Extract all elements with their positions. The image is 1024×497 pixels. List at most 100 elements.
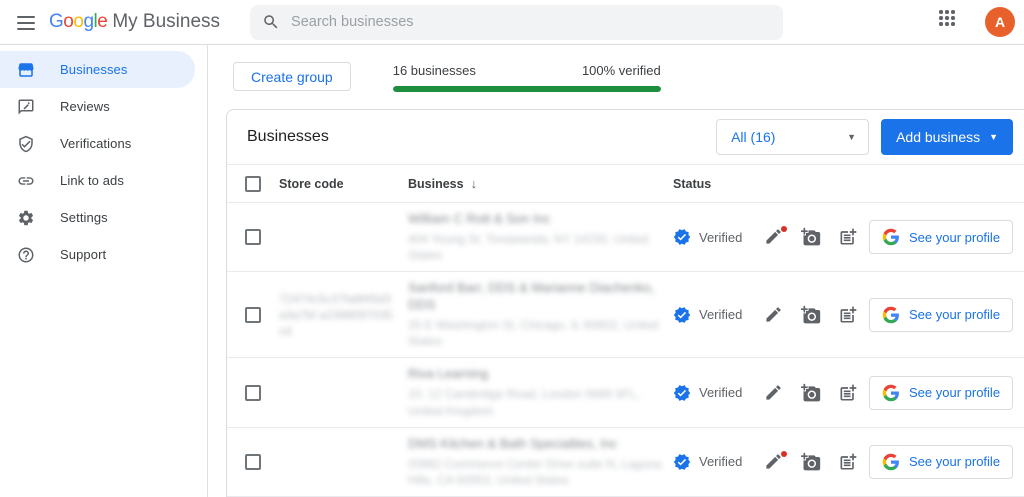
search-bar[interactable]	[250, 5, 783, 40]
header-business[interactable]: Business ↓	[408, 176, 673, 191]
see-your-profile-button[interactable]: See your profile	[869, 376, 1013, 410]
google-g-icon	[882, 453, 900, 471]
see-your-profile-button[interactable]: See your profile	[869, 220, 1013, 254]
table-row: William C Rott & Son Inc 404 Young St, T…	[227, 203, 1024, 272]
edit-icon[interactable]	[764, 305, 784, 325]
table-row: Riva Learning 10, 12 Cambridge Road, Lon…	[227, 358, 1024, 427]
shield-check-icon	[17, 135, 35, 153]
row-checkbox[interactable]	[245, 454, 261, 470]
sidebar-item-label: Link to ads	[60, 173, 124, 188]
alert-dot	[781, 451, 787, 457]
sidebar-item-settings[interactable]: Settings	[0, 199, 195, 236]
business-name: William C Rott & Son Inc	[408, 211, 673, 228]
business-cell: William C Rott & Son Inc 404 Young St, T…	[408, 211, 673, 263]
edit-icon[interactable]	[764, 383, 784, 403]
status-cell: Verified	[673, 384, 764, 402]
google-g-icon	[882, 228, 900, 246]
add-post-icon[interactable]	[838, 452, 858, 472]
sidebar: Businesses Reviews Verifications Link to ad…	[0, 45, 208, 497]
sidebar-item-label: Settings	[60, 210, 108, 225]
storefront-icon	[17, 61, 35, 79]
create-group-button[interactable]: Create group	[233, 62, 351, 91]
store-code-cell: 72474c5c37fa8f45d3a3a7bf a2398097035cd	[279, 291, 408, 340]
add-photo-icon[interactable]	[801, 452, 821, 472]
google-wordmark: Google	[49, 11, 107, 33]
status-cell: Verified	[673, 306, 764, 324]
add-post-icon[interactable]	[838, 305, 858, 325]
edit-icon[interactable]	[764, 452, 784, 472]
verified-badge-icon	[673, 306, 691, 324]
chevron-down-icon: ▼	[847, 132, 856, 142]
verified-badge-icon	[673, 384, 691, 402]
businesses-card: Businesses All (16) ▼ Add business ▼ Sto…	[226, 109, 1024, 497]
edit-icon[interactable]	[764, 227, 784, 247]
sidebar-item-label: Verifications	[60, 136, 131, 151]
business-address: 10, 12 Cambridge Road, London NW6 5FL, U…	[408, 386, 673, 418]
select-all-checkbox[interactable]	[245, 176, 261, 192]
verification-progress: 16 businesses 100% verified	[393, 62, 661, 92]
status-cell: Verified	[673, 453, 764, 471]
product-name: My Business	[112, 11, 220, 33]
sidebar-item-reviews[interactable]: Reviews	[0, 88, 195, 125]
row-actions	[764, 305, 869, 325]
business-name: DMS Kitchen & Bath Specialties, Inc	[408, 436, 673, 453]
chevron-down-icon: ▼	[989, 132, 998, 142]
google-g-icon	[882, 306, 900, 324]
business-cell: DMS Kitchen & Bath Specialties, Inc 2098…	[408, 436, 673, 488]
hamburger-icon[interactable]	[17, 16, 35, 30]
verified-badge-icon	[673, 228, 691, 246]
progress-bar	[393, 86, 661, 92]
row-checkbox[interactable]	[245, 385, 261, 401]
arrow-down-icon: ↓	[471, 176, 478, 191]
sidebar-item-support[interactable]: Support	[0, 236, 195, 273]
sidebar-item-verifications[interactable]: Verifications	[0, 125, 195, 162]
status-label: Verified	[699, 385, 742, 400]
google-g-icon	[882, 384, 900, 402]
status-cell: Verified	[673, 228, 764, 246]
status-label: Verified	[699, 454, 742, 469]
table-row: DMS Kitchen & Bath Specialties, Inc 2098…	[227, 428, 1024, 497]
sidebar-item-link-to-ads[interactable]: Link to ads	[0, 162, 195, 199]
summary-strip: Create group 16 businesses 100% verified	[233, 62, 1024, 92]
sidebar-item-businesses[interactable]: Businesses	[0, 51, 195, 88]
verified-badge-icon	[673, 453, 691, 471]
table-body: William C Rott & Son Inc 404 Young St, T…	[227, 203, 1024, 497]
card-title: Businesses	[247, 128, 329, 146]
search-icon	[262, 13, 280, 31]
filter-dropdown[interactable]: All (16) ▼	[716, 119, 869, 155]
add-business-button[interactable]: Add business ▼	[881, 119, 1013, 155]
sidebar-item-label: Reviews	[60, 99, 110, 114]
status-label: Verified	[699, 307, 742, 322]
add-photo-icon[interactable]	[801, 383, 821, 403]
table-header: Store code Business ↓ Status	[227, 164, 1024, 203]
sidebar-item-label: Businesses	[60, 62, 127, 77]
see-your-profile-button[interactable]: See your profile	[869, 298, 1013, 332]
avatar[interactable]: A	[985, 7, 1015, 37]
link-icon	[17, 172, 35, 190]
see-your-profile-button[interactable]: See your profile	[869, 445, 1013, 479]
add-post-icon[interactable]	[838, 227, 858, 247]
add-post-icon[interactable]	[838, 383, 858, 403]
search-input[interactable]	[291, 14, 771, 30]
row-actions	[764, 383, 869, 403]
add-photo-icon[interactable]	[801, 227, 821, 247]
app-logo[interactable]: Google My Business	[49, 11, 220, 33]
topbar: Google My Business A	[0, 0, 1024, 45]
row-checkbox[interactable]	[245, 307, 261, 323]
gear-icon	[17, 209, 35, 227]
filter-value: All (16)	[731, 129, 775, 145]
rate-review-icon	[17, 98, 35, 116]
apps-grid-icon[interactable]	[934, 5, 968, 39]
business-address: 25 E Washington St, Chicago, IL 60602, U…	[408, 317, 673, 349]
add-photo-icon[interactable]	[801, 305, 821, 325]
businesses-count-label: 16 businesses	[393, 63, 476, 78]
business-cell: Riva Learning 10, 12 Cambridge Road, Lon…	[408, 366, 673, 418]
business-address: 20982 Commerce Center Drive suite N, Lag…	[408, 456, 673, 488]
row-checkbox[interactable]	[245, 229, 261, 245]
business-address: 404 Young St, Tonawanda, NY 14150, Unite…	[408, 231, 673, 263]
verified-percent-label: 100% verified	[582, 63, 661, 78]
progress-fill	[393, 86, 661, 92]
header-store-code: Store code	[279, 177, 408, 191]
business-name: Riva Learning	[408, 366, 673, 383]
row-actions	[764, 227, 869, 247]
